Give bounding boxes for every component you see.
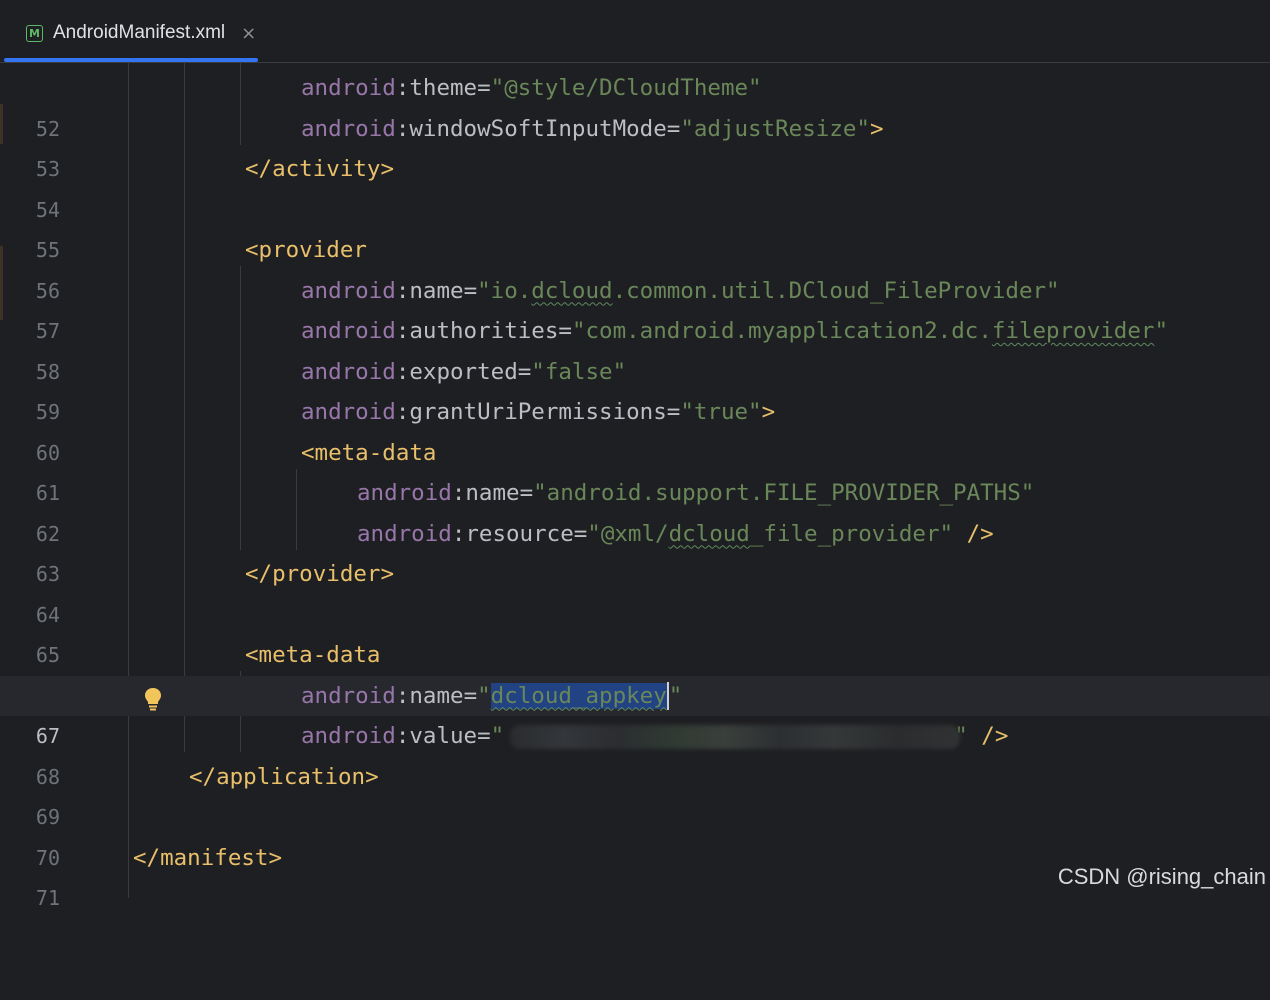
line-number: 71 — [35, 886, 60, 910]
code-line: 63 android:resource="@xml/dcloud_file_pr… — [0, 514, 1270, 587]
code-line: 52 android:theme="@style/DCloudTheme" — [0, 68, 1270, 141]
tab-title: AndroidManifest.xml — [53, 22, 226, 43]
close-icon[interactable]: × — [241, 23, 256, 44]
code-line: 60 android:grantUriPermissions="true"> — [0, 392, 1270, 465]
selected-text: dcloud_appkey — [490, 682, 667, 709]
code-line: 61 <meta-data — [0, 433, 1270, 506]
code-line: 70 — [0, 797, 1270, 870]
code-line: 57 android:name="io.dcloud.common.util.D… — [0, 271, 1270, 344]
tab-androidmanifest[interactable]: M AndroidManifest.xml × — [8, 10, 284, 56]
code-line: 66 <meta-data — [0, 635, 1270, 708]
manifest-file-icon: M — [26, 24, 43, 42]
code-line: 56 <provider — [0, 230, 1270, 303]
code-line: 64 </provider> — [0, 554, 1270, 627]
code-line: 68 android:value=" " /> — [0, 716, 1270, 789]
watermark: CSDN @rising_chain — [1057, 864, 1266, 889]
code-line: 58 android:authorities="com.android.myap… — [0, 311, 1270, 384]
code-line: 65 — [0, 595, 1270, 667]
code-line: 55 — [0, 190, 1270, 262]
code-line: 54 </activity> — [0, 149, 1270, 222]
code-line: 53 android:windowSoftInputMode="adjustRe… — [0, 109, 1270, 182]
editor-tab-bar: M AndroidManifest.xml × — [0, 0, 1270, 63]
code-line-current: 67 android:name="dcloud_appkey" — [0, 675, 1270, 748]
code-line: 69 </application> — [0, 757, 1270, 830]
code-line: 62 android:name="android.support.FILE_PR… — [0, 473, 1270, 546]
lightbulb-icon[interactable] — [143, 687, 163, 711]
active-tab-indicator — [4, 58, 258, 62]
code-line: 59 android:exported="false" — [0, 352, 1270, 425]
redacted-value — [510, 725, 960, 749]
code-editor[interactable]: 52 android:theme="@style/DCloudTheme" 53… — [0, 63, 1270, 910]
